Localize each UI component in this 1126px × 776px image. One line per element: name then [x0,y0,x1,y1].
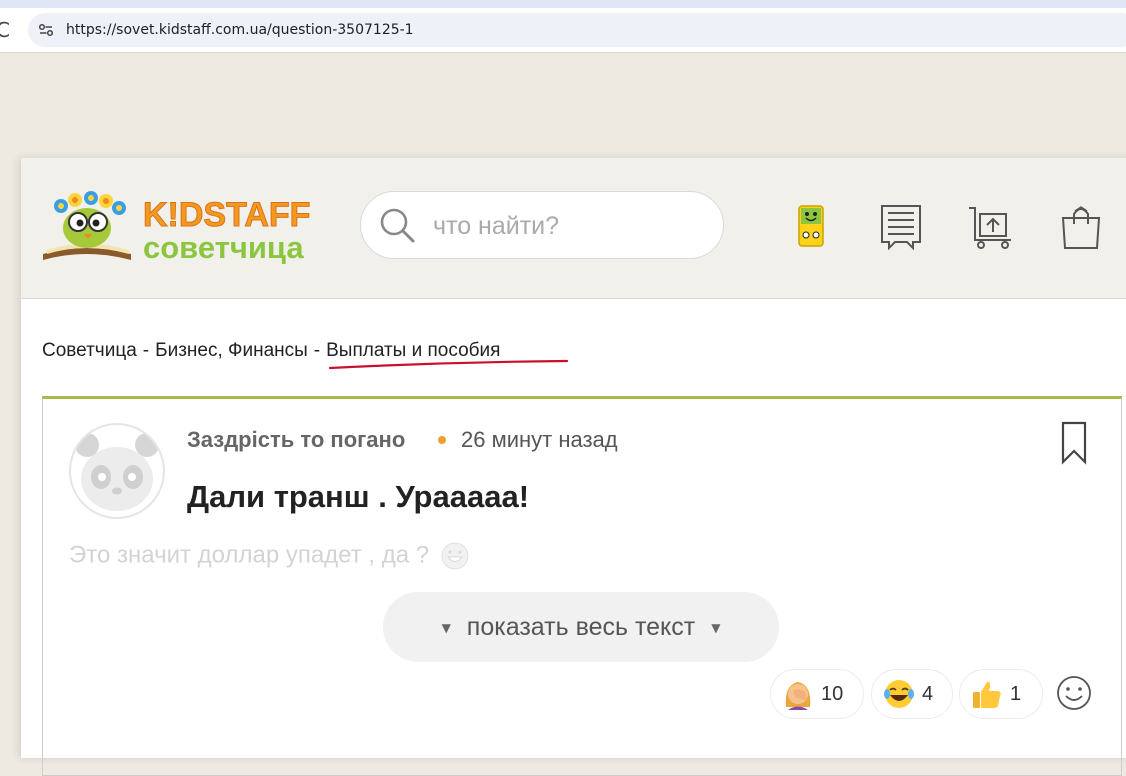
breadcrumb-item-sovetchica[interactable]: Советчица [42,340,137,361]
page-card: K!DSTAFF советчица что найти? Советчица … [21,158,1126,776]
search-box[interactable] [360,191,724,259]
breadcrumb-separator: - [142,340,150,361]
post-title[interactable]: Дали транш . Урааааа! [187,479,529,515]
facepalm-icon [785,682,811,710]
laughing-tears-icon [884,680,914,708]
grin-emoji-icon [441,542,469,570]
url-text[interactable]: https://sovet.kidstaff.com.ua/question-3… [66,22,414,38]
chevron-down-icon: ▼ [441,620,451,635]
post-time: 26 минут назад [461,427,618,452]
author-name[interactable]: Заздрість то погано [187,427,405,453]
show-full-text-label: показать весь текст [466,612,696,641]
site-header: K!DSTAFF советчица [21,158,1126,299]
site-info-icon[interactable] [38,22,54,38]
kidstaff-logo[interactable]: K!DSTAFF советчица [41,184,341,264]
shopping-bag-icon[interactable] [1057,202,1105,250]
breadcrumb-separator: - [313,340,321,361]
breadcrumb-item-business[interactable]: Бизнес, Финансы [155,340,308,361]
logo-text-sovetchica: советчица [143,230,304,264]
address-bar[interactable]: https://sovet.kidstaff.com.ua/question-3… [28,13,1126,47]
reload-icon[interactable]: C [0,18,10,42]
add-reaction-smiley-icon[interactable] [1056,675,1092,711]
mascot-icon[interactable] [787,202,835,250]
red-underline-annotation [329,359,569,370]
catalog-icon[interactable] [877,202,925,250]
reaction-thumbs-up[interactable]: 1 [959,669,1043,719]
bookmark-icon[interactable] [1060,421,1088,465]
search-input[interactable] [431,210,705,242]
upload-cart-icon[interactable] [967,202,1015,250]
reaction-count: 4 [922,682,934,705]
chevron-down-icon: ▼ [711,620,721,635]
show-full-text-button[interactable]: ▼ показать весь текст ▼ [383,592,779,662]
reaction-count: 10 [821,682,844,705]
browser-toolbar: C https://sovet.kidstaff.com.ua/question… [0,8,1126,53]
avatar[interactable] [69,423,165,519]
thumbs-up-icon [973,681,1001,708]
panda-avatar-icon [75,433,159,511]
logo-text-kidstaff: K!DSTAFF [143,196,310,234]
reaction-count: 1 [1010,682,1022,705]
reaction-facepalm[interactable]: 10 [770,669,864,719]
question-post: Заздрість то погано 26 минут назад Дали … [42,396,1122,776]
post-excerpt-text: Это значит доллар упадет , да ? [69,541,430,569]
separator-dot [438,436,446,444]
browser-top-strip [0,0,1126,8]
post-excerpt: Это значит доллар упадет , да ? [69,541,470,571]
reaction-laughing[interactable]: 4 [871,669,953,719]
search-icon[interactable] [377,205,417,245]
